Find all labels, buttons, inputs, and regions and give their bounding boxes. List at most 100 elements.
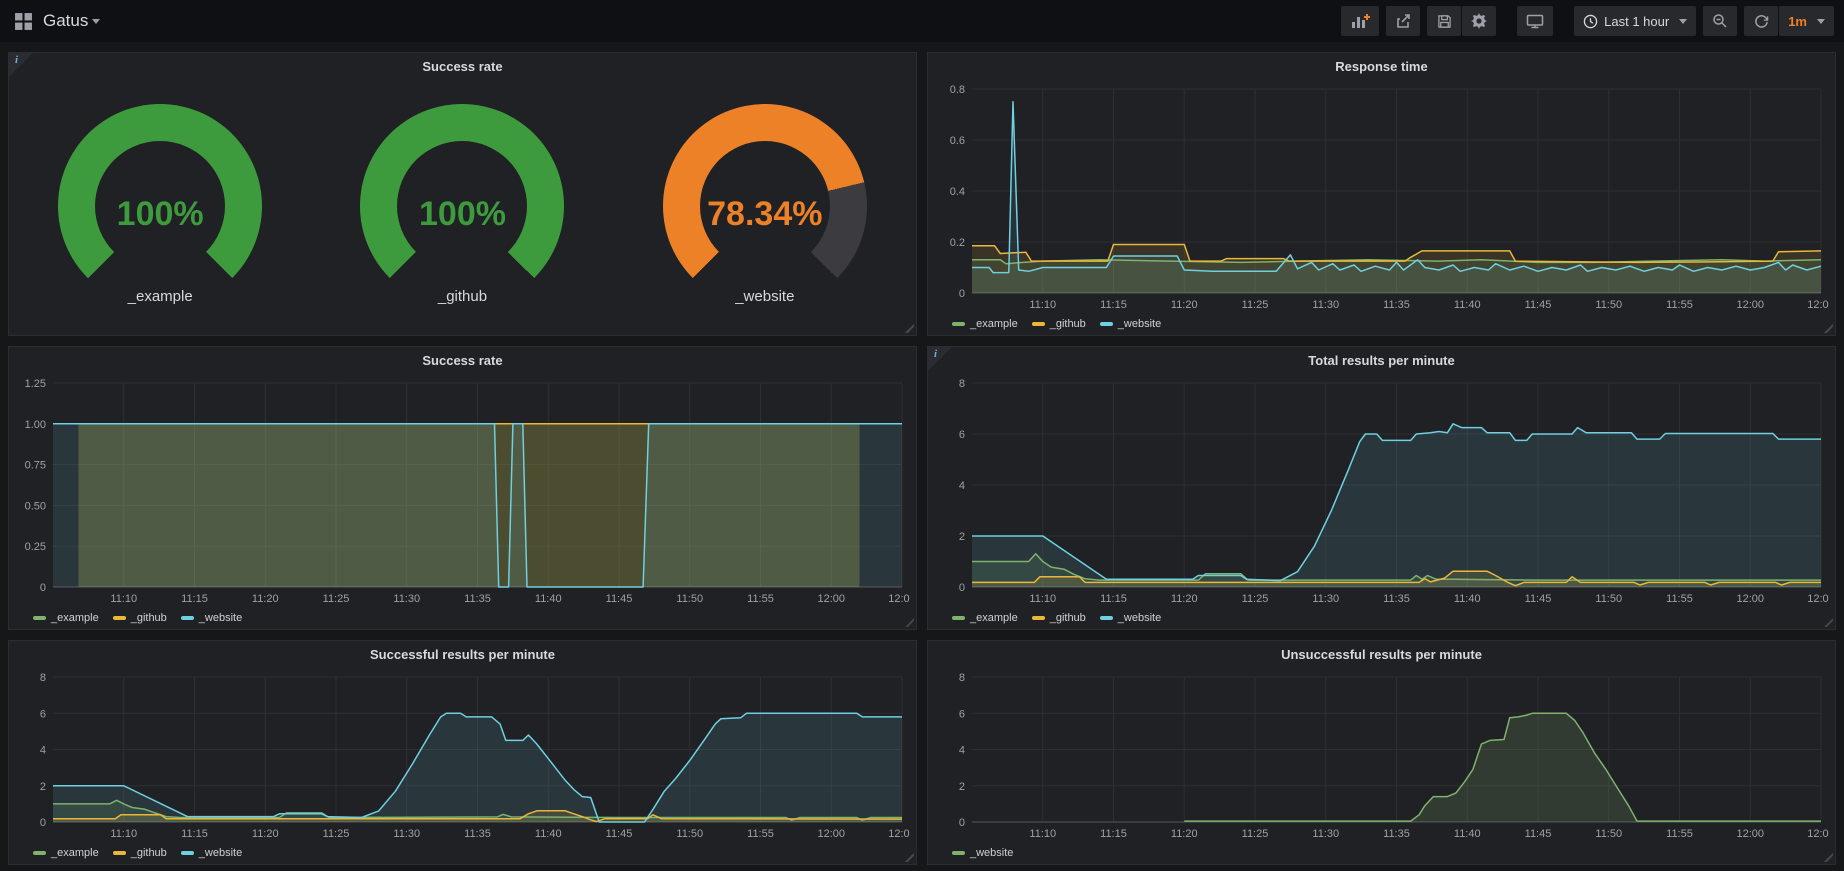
legend-item-_website[interactable]: _website xyxy=(181,612,242,624)
chart-canvas[interactable]: 0246811:1011:1511:2011:2511:3011:3511:40… xyxy=(934,667,1829,842)
legend-item-_example[interactable]: _example xyxy=(33,847,99,859)
panel-title[interactable]: Unsuccessful results per minute xyxy=(1281,647,1482,662)
chart-legend: _example _github _website xyxy=(928,313,1835,335)
legend-item-_github[interactable]: _github xyxy=(113,612,167,624)
svg-text:11:55: 11:55 xyxy=(1666,593,1693,605)
gauge-value: 78.34% xyxy=(663,195,867,234)
svg-text:11:10: 11:10 xyxy=(1029,828,1056,840)
svg-text:0.25: 0.25 xyxy=(25,541,46,553)
top-navbar: Gatus xyxy=(0,0,1844,42)
panel-title[interactable]: Success rate xyxy=(422,59,502,74)
legend-item-_github[interactable]: _github xyxy=(113,847,167,859)
panel-resize-handle[interactable] xyxy=(1823,852,1833,862)
share-button[interactable] xyxy=(1386,6,1420,36)
gauges-row: 100%_example100%_github78.34%_website xyxy=(9,79,916,335)
svg-text:11:20: 11:20 xyxy=(252,828,279,840)
svg-text:11:50: 11:50 xyxy=(676,828,703,840)
panel-success-rate-timeseries: Success rate 00.250.500.751.001.2511:101… xyxy=(8,346,917,630)
panel-resize-handle[interactable] xyxy=(1823,323,1833,333)
clock-icon xyxy=(1583,14,1598,29)
legend-item-_website[interactable]: _website xyxy=(181,847,242,859)
legend-swatch xyxy=(33,851,46,855)
svg-text:11:45: 11:45 xyxy=(1525,828,1552,840)
chart-canvas[interactable]: 0246811:1011:1511:2011:2511:3011:3511:40… xyxy=(934,373,1829,607)
page-title: Gatus xyxy=(43,11,88,31)
svg-text:11:20: 11:20 xyxy=(1171,593,1198,605)
panel-title[interactable]: Successful results per minute xyxy=(370,647,555,662)
panel-resize-handle[interactable] xyxy=(1823,617,1833,627)
svg-text:11:10: 11:10 xyxy=(110,828,137,840)
panel-title[interactable]: Total results per minute xyxy=(1308,353,1454,368)
dashboard-title-dropdown[interactable]: Gatus xyxy=(43,11,100,31)
chart-legend: _example _github _website xyxy=(9,607,916,629)
svg-text:4: 4 xyxy=(959,745,965,757)
time-range-label: Last 1 hour xyxy=(1604,14,1669,29)
chart-svg: 0246811:1011:1511:2011:2511:3011:3511:40… xyxy=(15,667,910,842)
svg-text:0: 0 xyxy=(959,817,965,829)
svg-text:12:05: 12:05 xyxy=(1807,828,1829,840)
legend-label: _website xyxy=(1118,318,1161,330)
panel-title[interactable]: Success rate xyxy=(422,353,502,368)
svg-text:11:35: 11:35 xyxy=(1383,828,1410,840)
panel-title[interactable]: Response time xyxy=(1335,59,1427,74)
panel-total-results: Total results per minute 0246811:1011:15… xyxy=(927,346,1836,630)
svg-text:11:30: 11:30 xyxy=(1312,299,1339,311)
svg-text:11:50: 11:50 xyxy=(1595,593,1622,605)
save-button[interactable] xyxy=(1427,6,1461,36)
svg-text:2: 2 xyxy=(40,781,46,793)
gear-icon xyxy=(1471,13,1487,29)
add-panel-button[interactable] xyxy=(1341,6,1379,36)
chart-svg: 0246811:1011:1511:2011:2511:3011:3511:40… xyxy=(934,373,1829,607)
svg-text:12:05: 12:05 xyxy=(1807,299,1829,311)
svg-text:12:00: 12:00 xyxy=(817,828,845,840)
svg-text:11:25: 11:25 xyxy=(323,593,350,605)
svg-text:11:45: 11:45 xyxy=(1525,593,1552,605)
chart-canvas[interactable]: 0246811:1011:1511:2011:2511:3011:3511:40… xyxy=(15,667,910,842)
dashboard-grid-icon[interactable] xyxy=(14,12,33,31)
panel-info-corner[interactable] xyxy=(928,347,952,371)
legend-item-_example[interactable]: _example xyxy=(33,612,99,624)
svg-text:11:35: 11:35 xyxy=(464,593,491,605)
svg-text:8: 8 xyxy=(959,672,965,684)
svg-text:0: 0 xyxy=(959,288,965,300)
svg-text:11:55: 11:55 xyxy=(747,828,774,840)
legend-swatch xyxy=(181,851,194,855)
legend-item-_example[interactable]: _example xyxy=(952,612,1018,624)
legend-item-_website[interactable]: _website xyxy=(1100,612,1161,624)
refresh-interval-dropdown[interactable]: 1m xyxy=(1779,6,1834,36)
time-range-button[interactable]: Last 1 hour xyxy=(1574,6,1696,36)
svg-text:0: 0 xyxy=(959,582,965,594)
zoom-out-button[interactable] xyxy=(1703,6,1737,36)
panel-info-corner[interactable] xyxy=(9,53,33,77)
refresh-icon xyxy=(1754,14,1769,29)
svg-text:12:05: 12:05 xyxy=(888,828,910,840)
legend-label: _github xyxy=(131,612,167,624)
legend-label: _website xyxy=(1118,612,1161,624)
legend-item-_github[interactable]: _github xyxy=(1032,612,1086,624)
legend-item-_github[interactable]: _github xyxy=(1032,318,1086,330)
legend-swatch xyxy=(1100,616,1113,620)
svg-text:1.00: 1.00 xyxy=(25,419,46,431)
chart-canvas[interactable]: 00.250.500.751.001.2511:1011:1511:2011:2… xyxy=(15,373,910,607)
legend-item-_website[interactable]: _website xyxy=(952,847,1013,859)
legend-label: _github xyxy=(131,847,167,859)
panel-resize-handle[interactable] xyxy=(904,852,914,862)
panel-resize-handle[interactable] xyxy=(904,323,914,333)
legend-item-_example[interactable]: _example xyxy=(952,318,1018,330)
legend-swatch xyxy=(113,851,126,855)
gauge: 100% xyxy=(58,104,262,308)
settings-button[interactable] xyxy=(1462,6,1496,36)
panel-resize-handle[interactable] xyxy=(904,617,914,627)
tv-mode-button[interactable] xyxy=(1517,6,1553,36)
svg-text:11:50: 11:50 xyxy=(1595,299,1622,311)
svg-text:11:15: 11:15 xyxy=(1100,828,1127,840)
svg-text:0.8: 0.8 xyxy=(950,84,965,96)
svg-text:12:00: 12:00 xyxy=(1736,593,1764,605)
svg-text:6: 6 xyxy=(959,708,965,720)
chart-canvas[interactable]: 00.20.40.60.811:1011:1511:2011:2511:3011… xyxy=(934,79,1829,313)
refresh-button[interactable] xyxy=(1744,6,1778,36)
legend-item-_website[interactable]: _website xyxy=(1100,318,1161,330)
svg-text:12:00: 12:00 xyxy=(817,593,845,605)
svg-text:2: 2 xyxy=(959,781,965,793)
gauge: 100% xyxy=(360,104,564,308)
